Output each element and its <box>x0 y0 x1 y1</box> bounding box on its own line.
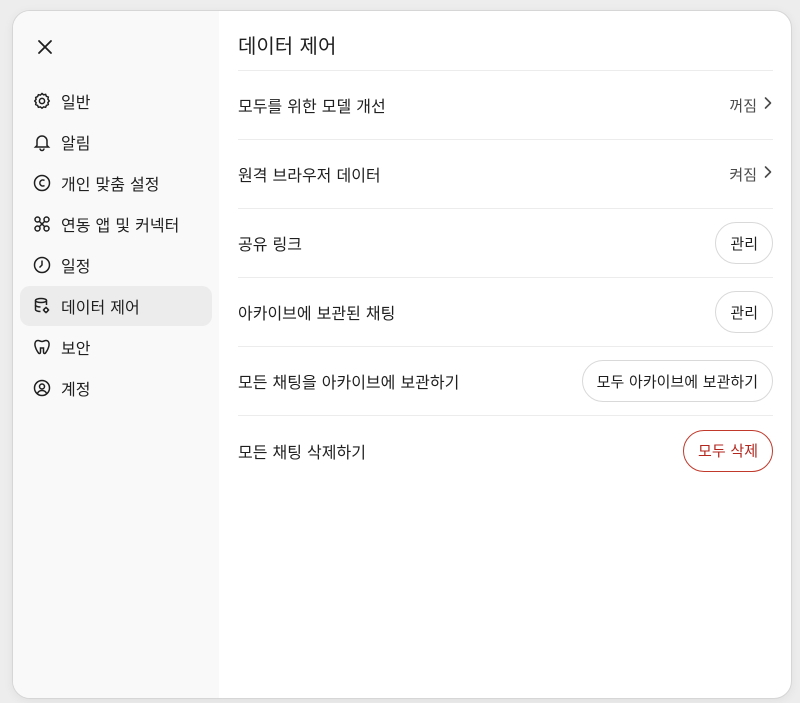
sidebar-item-schedule[interactable]: 일정 <box>20 245 212 285</box>
sidebar-item-data-controls[interactable]: 데이터 제어 <box>20 286 212 326</box>
apps-icon <box>32 214 52 234</box>
bell-icon <box>32 132 52 152</box>
setting-value: 켜짐 <box>729 165 757 184</box>
model-improvement-toggle[interactable]: 꺼짐 <box>729 95 773 116</box>
setting-label: 모든 채팅 삭제하기 <box>238 442 366 462</box>
setting-value: 꺼짐 <box>729 96 757 115</box>
settings-nav: 일반 알림 개인 맞춤 설정 연동 앱 및 커넥터 일정 데이터 제어 보안 계… <box>20 81 212 409</box>
settings-row-shared-links: 공유 링크 관리 <box>238 209 773 278</box>
personalization-icon <box>32 173 52 193</box>
settings-row-model-improvement: 모두를 위한 모델 개선 꺼짐 <box>238 71 773 140</box>
sidebar-item-label: 연동 앱 및 커넥터 <box>61 216 180 235</box>
setting-label: 모든 채팅을 아카이브에 보관하기 <box>238 373 460 392</box>
shield-icon <box>32 337 52 357</box>
chevron-right-icon <box>763 165 773 183</box>
manage-archived-chats-button[interactable]: 관리 <box>715 291 773 333</box>
settings-row-delete-all: 모든 채팅 삭제하기 모두 삭제 <box>238 416 773 485</box>
close-icon[interactable] <box>33 35 57 59</box>
sidebar-item-security[interactable]: 보안 <box>20 327 212 367</box>
settings-row-archived-chats: 아카이브에 보관된 채팅 관리 <box>238 278 773 347</box>
setting-label: 모두를 위한 모델 개선 <box>238 97 386 116</box>
sidebar-item-label: 알림 <box>61 134 91 153</box>
sidebar-item-label: 데이터 제어 <box>61 298 140 317</box>
sidebar-item-label: 일정 <box>61 257 91 276</box>
page-title: 데이터 제어 <box>238 11 773 71</box>
chevron-right-icon <box>763 96 773 114</box>
settings-content: 데이터 제어 모두를 위한 모델 개선 꺼짐 원격 브라우저 데이터 켜짐 공유… <box>219 11 791 698</box>
sidebar-item-label: 보안 <box>61 339 91 358</box>
manage-shared-links-button[interactable]: 관리 <box>715 222 773 264</box>
clock-icon <box>32 255 52 275</box>
database-gear-icon <box>32 296 52 316</box>
sidebar-item-general[interactable]: 일반 <box>20 81 212 121</box>
setting-label: 공유 링크 <box>238 235 302 254</box>
sidebar-item-notifications[interactable]: 알림 <box>20 122 212 162</box>
user-circle-icon <box>32 378 52 398</box>
sidebar-item-label: 계정 <box>61 380 91 399</box>
gear-icon <box>32 91 52 111</box>
sidebar-item-label: 개인 맞춤 설정 <box>61 175 160 194</box>
settings-sidebar: 일반 알림 개인 맞춤 설정 연동 앱 및 커넥터 일정 데이터 제어 보안 계… <box>13 11 219 698</box>
sidebar-item-label: 일반 <box>61 93 91 112</box>
settings-row-remote-browser-data: 원격 브라우저 데이터 켜짐 <box>238 140 773 209</box>
setting-label: 아카이브에 보관된 채팅 <box>238 304 396 323</box>
setting-label: 원격 브라우저 데이터 <box>238 166 381 185</box>
settings-row-archive-all: 모든 채팅을 아카이브에 보관하기 모두 아카이브에 보관하기 <box>238 347 773 416</box>
archive-all-button[interactable]: 모두 아카이브에 보관하기 <box>581 360 773 402</box>
sidebar-item-account[interactable]: 계정 <box>20 368 212 408</box>
sidebar-item-connectors[interactable]: 연동 앱 및 커넥터 <box>20 204 212 244</box>
delete-all-button[interactable]: 모두 삭제 <box>683 429 773 472</box>
settings-dialog: 일반 알림 개인 맞춤 설정 연동 앱 및 커넥터 일정 데이터 제어 보안 계… <box>12 10 792 699</box>
sidebar-item-personalization[interactable]: 개인 맞춤 설정 <box>20 163 212 203</box>
remote-browser-data-toggle[interactable]: 켜짐 <box>729 164 773 185</box>
